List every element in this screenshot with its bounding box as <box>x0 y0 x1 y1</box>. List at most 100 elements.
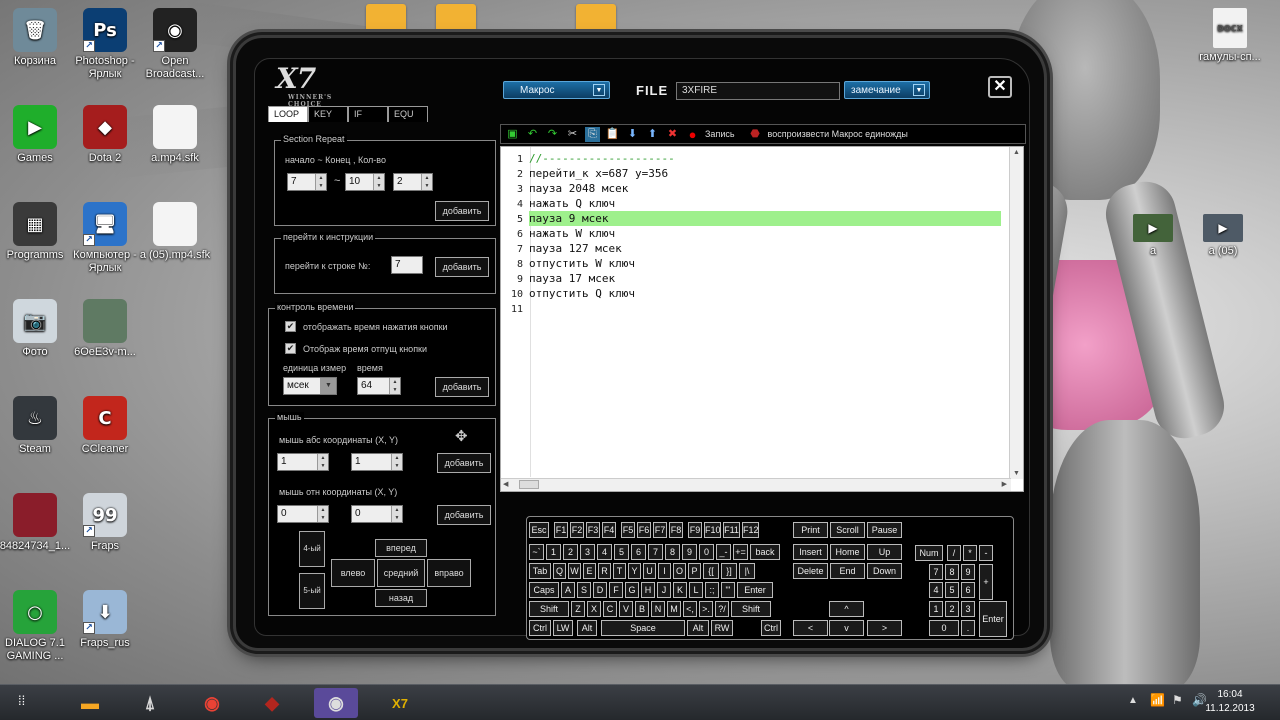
keyboard-key[interactable]: _- <box>716 544 731 560</box>
tab-key[interactable]: KEY <box>308 106 348 122</box>
desktop-icon[interactable]: 84824734_1... <box>0 493 75 553</box>
keyboard-key[interactable]: ?/ <box>715 601 729 617</box>
keyboard-key[interactable]: Alt <box>687 620 709 636</box>
keyboard-key[interactable]: F9 <box>688 522 702 538</box>
keyboard-key[interactable]: 1 <box>929 601 943 617</box>
note-dropdown[interactable]: замечание ▼ <box>844 81 930 99</box>
desktop-icon[interactable]: C CCleaner <box>65 396 145 456</box>
desktop-icon[interactable]: Ps ↗ Photoshop - Ярлык <box>65 8 145 81</box>
add-mouse-rel-button[interactable]: добавить <box>437 505 491 525</box>
keyboard-key[interactable]: + <box>979 564 993 600</box>
undo-icon[interactable]: ↶ <box>525 127 540 142</box>
stepper-arrows-icon[interactable]: ▲ ▼ <box>317 454 328 470</box>
keyboard-key[interactable]: F12 <box>742 522 759 538</box>
time-stepper[interactable]: 64 ▲ ▼ <box>357 377 401 395</box>
stepper-arrows-icon[interactable]: ▲ ▼ <box>315 174 326 190</box>
show-press-time-checkbox[interactable]: ✔ <box>285 321 296 332</box>
desktop-icon[interactable]: DOCX гамулы-сп... <box>1188 8 1272 64</box>
keyboard-key[interactable]: M <box>667 601 681 617</box>
tab-loop[interactable]: LOOP <box>268 106 308 122</box>
keyboard-key[interactable]: Z <box>571 601 585 617</box>
mouse-left-button[interactable]: влево <box>331 559 375 587</box>
chevron-up-icon[interactable]: ▲ <box>1013 149 1020 156</box>
keyboard-key[interactable]: 0 <box>929 620 959 636</box>
repeat-end-stepper[interactable]: 10 ▲ ▼ <box>345 173 385 191</box>
keyboard-key[interactable]: F4 <box>602 522 616 538</box>
keyboard-key[interactable]: Home <box>830 544 865 560</box>
keyboard-key[interactable]: F2 <box>570 522 584 538</box>
keyboard-key[interactable]: Caps <box>529 582 559 598</box>
keyboard-key[interactable]: "' <box>721 582 735 598</box>
keyboard-key[interactable]: Enter <box>737 582 773 598</box>
mouse-back-button[interactable]: назад <box>375 589 427 607</box>
desktop-icon[interactable]: 🗑 Корзина <box>0 8 75 68</box>
start-icon[interactable]: ⁞⁞ <box>18 693 25 708</box>
keyboard-key[interactable]: 4 <box>929 582 943 598</box>
keyboard-key[interactable]: 0 <box>699 544 714 560</box>
folder-icon[interactable] <box>576 4 616 38</box>
add-time-button[interactable]: добавить <box>435 377 489 397</box>
keyboard-key[interactable]: F <box>609 582 623 598</box>
keyboard-key[interactable]: C <box>603 601 617 617</box>
keyboard-key[interactable]: Space <box>601 620 685 636</box>
keyboard-key[interactable]: X <box>587 601 601 617</box>
keyboard-key[interactable]: S <box>577 582 591 598</box>
keyboard-key[interactable]: ~` <box>529 544 544 560</box>
keyboard-key[interactable]: F8 <box>669 522 683 538</box>
desktop-icon[interactable]: 6OeE3v-m... <box>65 299 145 359</box>
keyboard-key[interactable]: - <box>979 545 993 561</box>
keyboard-key[interactable]: 7 <box>648 544 663 560</box>
taskbar-app-file-explorer[interactable]: ▬ <box>68 688 112 718</box>
keyboard-key[interactable]: 5 <box>614 544 629 560</box>
editor-line[interactable]: 11 <box>501 301 1007 316</box>
keyboard-key[interactable]: 1 <box>546 544 561 560</box>
chevron-down-icon[interactable]: ▼ <box>1013 470 1020 477</box>
keyboard-key[interactable]: Up <box>867 544 902 560</box>
desktop-icon[interactable]: 🖥 ↗ Компьютер - Ярлык <box>65 202 145 275</box>
keyboard-key[interactable]: Shift <box>731 601 771 617</box>
keyboard-key[interactable]: R <box>598 563 611 579</box>
stepper-arrows-icon[interactable]: ▲ ▼ <box>389 378 400 394</box>
taskbar-app-dota2[interactable]: ◆ <box>250 688 294 718</box>
folder-icon[interactable] <box>436 4 476 38</box>
keyboard-key[interactable]: F3 <box>586 522 600 538</box>
keyboard-key[interactable]: F6 <box>637 522 651 538</box>
keyboard-key[interactable]: Insert <box>793 544 828 560</box>
taskbar-app-chrome[interactable]: ◉ <box>190 688 234 718</box>
keyboard-key[interactable]: Ctrl <box>761 620 781 636</box>
keyboard-key[interactable]: D <box>593 582 607 598</box>
chevron-right-icon[interactable]: ▶ <box>1002 480 1007 488</box>
stepper-arrows-icon[interactable]: ▲ ▼ <box>317 506 328 522</box>
keyboard-key[interactable]: End <box>830 563 865 579</box>
tab-equ[interactable]: EQU <box>388 106 428 122</box>
redo-icon[interactable]: ↷ <box>545 127 560 142</box>
editor-line[interactable]: 10 отпустить Q ключ <box>501 286 1007 301</box>
keyboard-key[interactable]: E <box>583 563 596 579</box>
macro-dropdown[interactable]: Макрос ▼ <box>503 81 610 99</box>
keyboard-key[interactable]: |\ <box>739 563 755 579</box>
mouse-rel-y-stepper[interactable]: 0 ▲ ▼ <box>351 505 403 523</box>
keyboard-key[interactable]: * <box>963 545 977 561</box>
keyboard-key[interactable]: :; <box>705 582 719 598</box>
stepper-arrows-icon[interactable]: ▲ ▼ <box>391 506 402 522</box>
clock[interactable]: 16:04 11.12.2013 <box>1200 688 1260 716</box>
editor-line[interactable]: 6 нажать W ключ <box>501 226 1007 241</box>
keyboard-key[interactable]: 8 <box>665 544 680 560</box>
keyboard-key[interactable]: / <box>947 545 961 561</box>
editor-line[interactable]: 7 пауза 127 мсек <box>501 241 1007 256</box>
keyboard-key[interactable]: 8 <box>945 564 959 580</box>
scroll-thumb[interactable] <box>519 480 539 489</box>
mouse-button-5[interactable]: 5-ый <box>299 573 325 609</box>
mouse-button-4[interactable]: 4-ый <box>299 531 325 567</box>
keyboard-key[interactable]: Pause <box>867 522 902 538</box>
desktop-icon[interactable]: ▦ Programms <box>0 202 75 262</box>
desktop-icon[interactable]: 99 ↗ Fraps <box>65 493 145 553</box>
add-mouse-abs-button[interactable]: добавить <box>437 453 491 473</box>
keyboard-key[interactable]: Alt <box>577 620 597 636</box>
keyboard-key[interactable]: F1 <box>554 522 568 538</box>
keyboard-key[interactable]: Num <box>915 545 943 561</box>
editor-line[interactable]: 8 отпустить W ключ <box>501 256 1007 271</box>
move-up-icon[interactable]: ⬆ <box>645 127 660 142</box>
keyboard-key[interactable]: LW <box>553 620 573 636</box>
stepper-arrows-icon[interactable]: ▲ ▼ <box>421 174 432 190</box>
